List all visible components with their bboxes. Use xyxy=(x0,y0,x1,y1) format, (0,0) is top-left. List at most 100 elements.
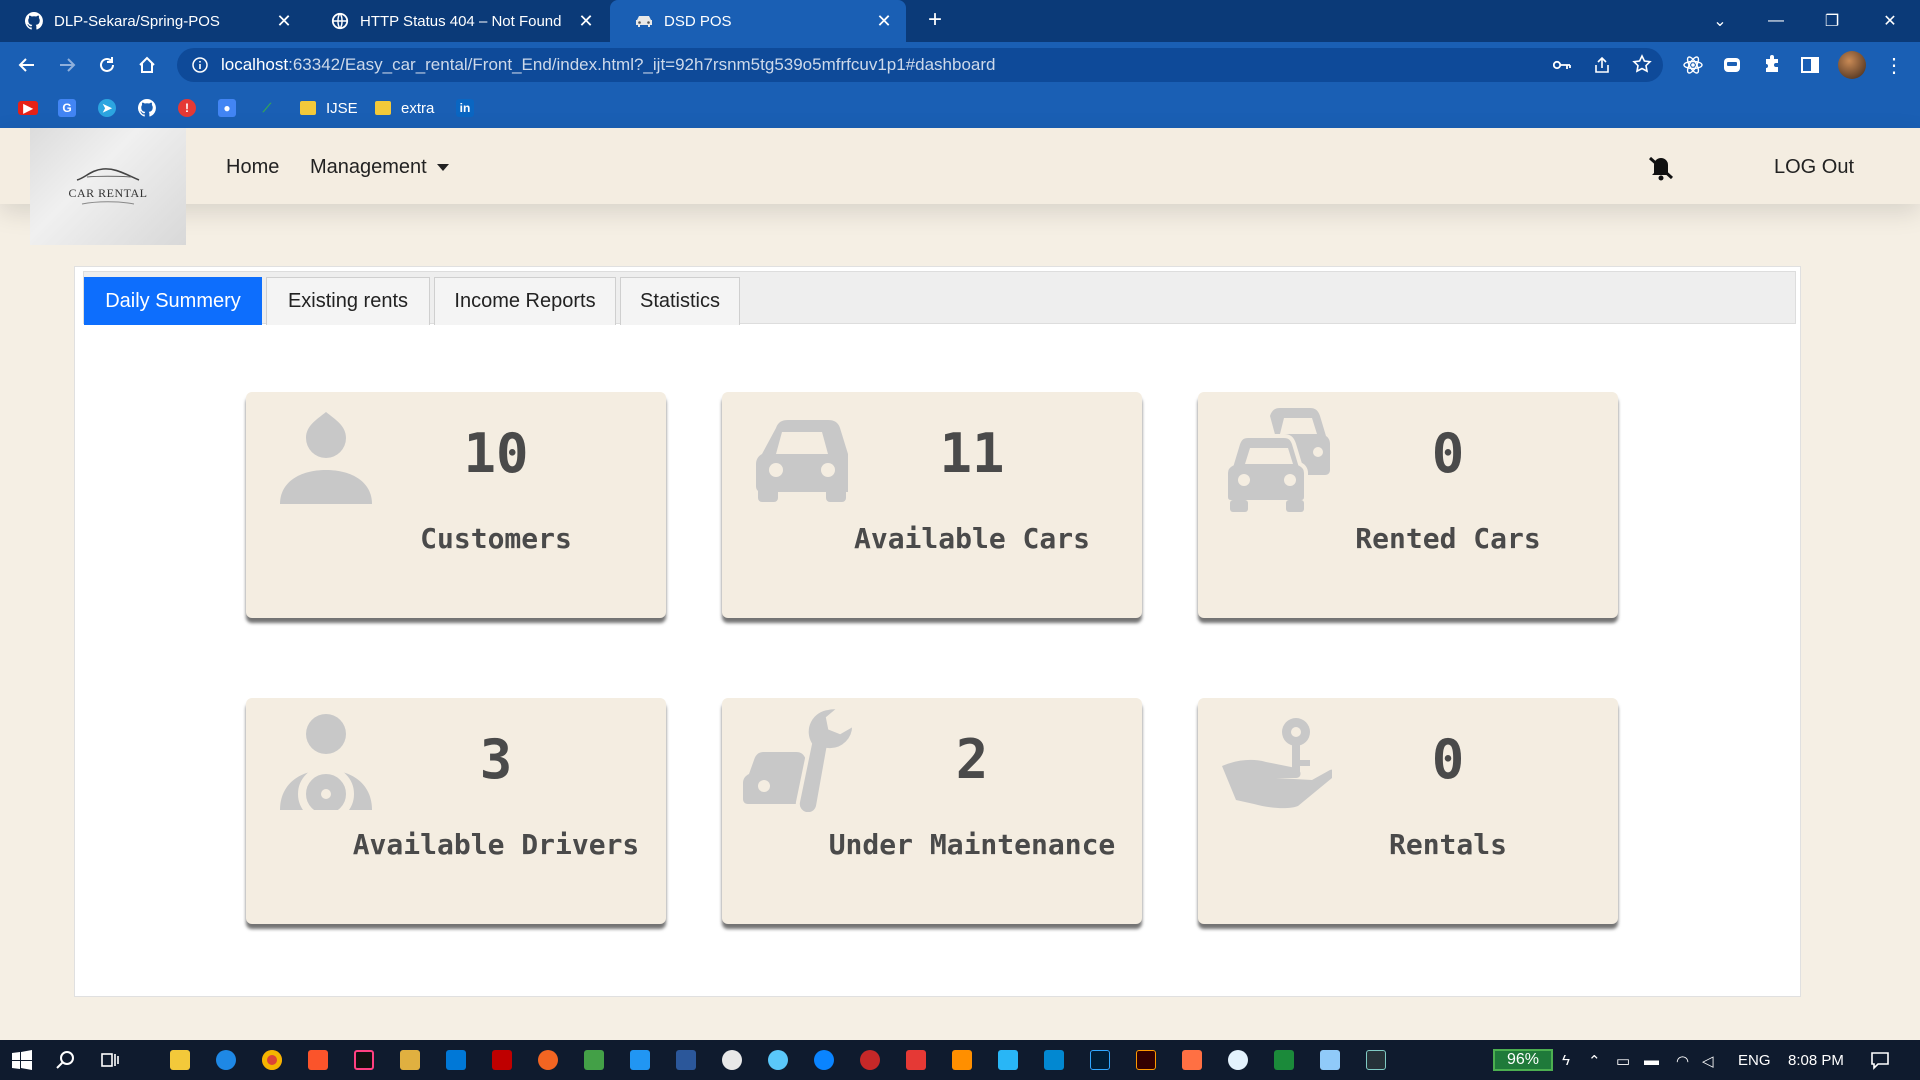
bookmark-link[interactable]: ⟋ xyxy=(258,98,276,118)
app-icon[interactable] xyxy=(998,1050,1018,1070)
slack-icon[interactable] xyxy=(722,1050,742,1070)
bookmark-folder-extra[interactable]: extra xyxy=(375,98,434,118)
nav-management-dropdown[interactable]: Management xyxy=(310,156,449,179)
charging-icon: ϟ xyxy=(1562,1052,1570,1069)
windows-start-icon[interactable] xyxy=(12,1050,32,1070)
link-icon: ⟋ xyxy=(262,100,272,115)
clock[interactable]: 8:08 PM xyxy=(1788,1052,1844,1069)
mail-icon[interactable] xyxy=(1044,1050,1064,1070)
stat-value: 0 xyxy=(1431,422,1465,485)
battery-icon[interactable]: ▬ xyxy=(1644,1052,1659,1069)
app-icon[interactable] xyxy=(768,1050,788,1070)
tab-search-icon[interactable]: ⌄ xyxy=(1696,0,1744,42)
address-bar[interactable]: localhost:63342/Easy_car_rental/Front_En… xyxy=(177,48,1663,82)
postman-icon[interactable] xyxy=(538,1050,558,1070)
browser-tab-github[interactable]: DLP-Sekara/Spring-POS ✕ xyxy=(0,0,306,42)
close-icon[interactable]: ✕ xyxy=(576,11,596,31)
minimize-button[interactable]: — xyxy=(1752,0,1800,42)
bookmark-folder-ijse[interactable]: IJSE xyxy=(300,98,358,118)
close-icon[interactable]: ✕ xyxy=(274,11,294,31)
task-view-icon[interactable] xyxy=(100,1050,120,1070)
volume-icon[interactable]: ◁ xyxy=(1702,1052,1714,1070)
restore-button[interactable]: ❐ xyxy=(1808,0,1856,42)
site-info-icon[interactable] xyxy=(191,56,209,74)
vscode-icon[interactable] xyxy=(446,1050,466,1070)
car-rental-logo[interactable]: CAR RENTAL xyxy=(30,128,186,245)
react-devtools-icon[interactable] xyxy=(1683,55,1703,75)
stat-label: Available Cars xyxy=(853,522,1090,555)
app-icon[interactable] xyxy=(630,1050,650,1070)
bookmark-github[interactable] xyxy=(138,98,156,118)
globe-icon xyxy=(330,11,350,31)
intellij-icon[interactable] xyxy=(354,1050,374,1070)
app-icon[interactable] xyxy=(1366,1050,1386,1070)
bookmark-translate[interactable]: G xyxy=(58,98,76,118)
illustrator-icon[interactable] xyxy=(1136,1050,1156,1070)
node-icon[interactable] xyxy=(584,1050,604,1070)
tab-daily-summery[interactable]: Daily Summery xyxy=(84,277,262,325)
new-tab-button[interactable]: + xyxy=(922,8,948,34)
forward-icon[interactable] xyxy=(52,50,82,80)
photoshop-icon[interactable] xyxy=(1090,1050,1110,1070)
bookmark-contacts[interactable]: ● xyxy=(218,98,236,118)
app-icon[interactable] xyxy=(906,1050,926,1070)
filezilla-icon[interactable] xyxy=(492,1050,512,1070)
share-icon[interactable] xyxy=(1592,55,1612,75)
app-icon[interactable] xyxy=(860,1050,880,1070)
home-icon[interactable] xyxy=(132,50,162,80)
key-icon[interactable] xyxy=(1552,55,1572,75)
stat-card-available-cars: 11 Available Cars xyxy=(722,392,1142,618)
bookmark-label: IJSE xyxy=(326,99,358,117)
car-icon xyxy=(634,11,654,31)
notification-count: 0 xyxy=(1684,156,1696,178)
menu-icon[interactable]: ⋮ xyxy=(1884,55,1904,77)
stat-value: 0 xyxy=(1431,728,1465,791)
vlc-icon[interactable] xyxy=(952,1050,972,1070)
star-icon[interactable] xyxy=(1632,54,1652,74)
battery-indicator[interactable]: 96% xyxy=(1493,1049,1553,1071)
word-icon[interactable] xyxy=(676,1050,696,1070)
telegram-icon: ➤ xyxy=(98,99,116,117)
profile-avatar[interactable] xyxy=(1838,51,1866,79)
car-logo-icon xyxy=(76,168,140,181)
stat-value: 11 xyxy=(939,422,1005,485)
wifi-icon[interactable]: ◠ xyxy=(1676,1052,1689,1070)
tab-existing-rents[interactable]: Existing rents xyxy=(266,277,430,325)
bookmark-youtube[interactable]: ▶ xyxy=(18,98,38,118)
notification-center-icon[interactable] xyxy=(1870,1050,1890,1070)
language-indicator[interactable]: ENG xyxy=(1738,1052,1771,1069)
close-icon[interactable]: ✕ xyxy=(874,11,894,31)
logout-link[interactable]: LOG Out xyxy=(1774,156,1854,179)
translate-icon: G xyxy=(58,99,76,117)
device-icon[interactable]: ▭ xyxy=(1616,1052,1630,1070)
edge-icon[interactable] xyxy=(216,1050,236,1070)
back-icon[interactable] xyxy=(12,50,42,80)
app-icon[interactable] xyxy=(1182,1050,1202,1070)
app-icon[interactable] xyxy=(1228,1050,1248,1070)
stat-card-under-maintenance: 2 Under Maintenance xyxy=(722,698,1142,924)
tab-statistics[interactable]: Statistics xyxy=(620,277,740,325)
close-window-button[interactable]: ✕ xyxy=(1866,0,1914,42)
app-icon[interactable] xyxy=(814,1050,834,1070)
bookmark-telegram[interactable]: ➤ xyxy=(98,98,116,118)
app-icon[interactable] xyxy=(400,1050,420,1070)
app-icon[interactable] xyxy=(1320,1050,1340,1070)
bell-slash-icon[interactable] xyxy=(1646,152,1676,182)
chrome-icon[interactable] xyxy=(262,1050,282,1070)
side-panel-icon[interactable] xyxy=(1800,55,1820,75)
browser-tab-404[interactable]: HTTP Status 404 – Not Found ✕ xyxy=(306,0,608,42)
chevron-up-icon[interactable]: ⌃ xyxy=(1588,1052,1601,1070)
nav-home-link[interactable]: Home xyxy=(226,156,279,179)
bookmark-linkedin[interactable]: in xyxy=(456,98,474,118)
alert-icon: ! xyxy=(178,99,196,117)
app-icon[interactable] xyxy=(1274,1050,1294,1070)
tab-income-reports[interactable]: Income Reports xyxy=(434,277,616,325)
file-explorer-icon[interactable] xyxy=(170,1050,190,1070)
bookmark-alert[interactable]: ! xyxy=(178,98,196,118)
search-icon[interactable] xyxy=(56,1050,76,1070)
puzzle-icon[interactable] xyxy=(1762,55,1782,75)
reload-icon[interactable] xyxy=(92,50,122,80)
brave-icon[interactable] xyxy=(308,1050,328,1070)
browser-tab-dsd-pos[interactable]: DSD POS ✕ xyxy=(610,0,906,42)
car-extension-icon[interactable] xyxy=(1722,55,1742,75)
